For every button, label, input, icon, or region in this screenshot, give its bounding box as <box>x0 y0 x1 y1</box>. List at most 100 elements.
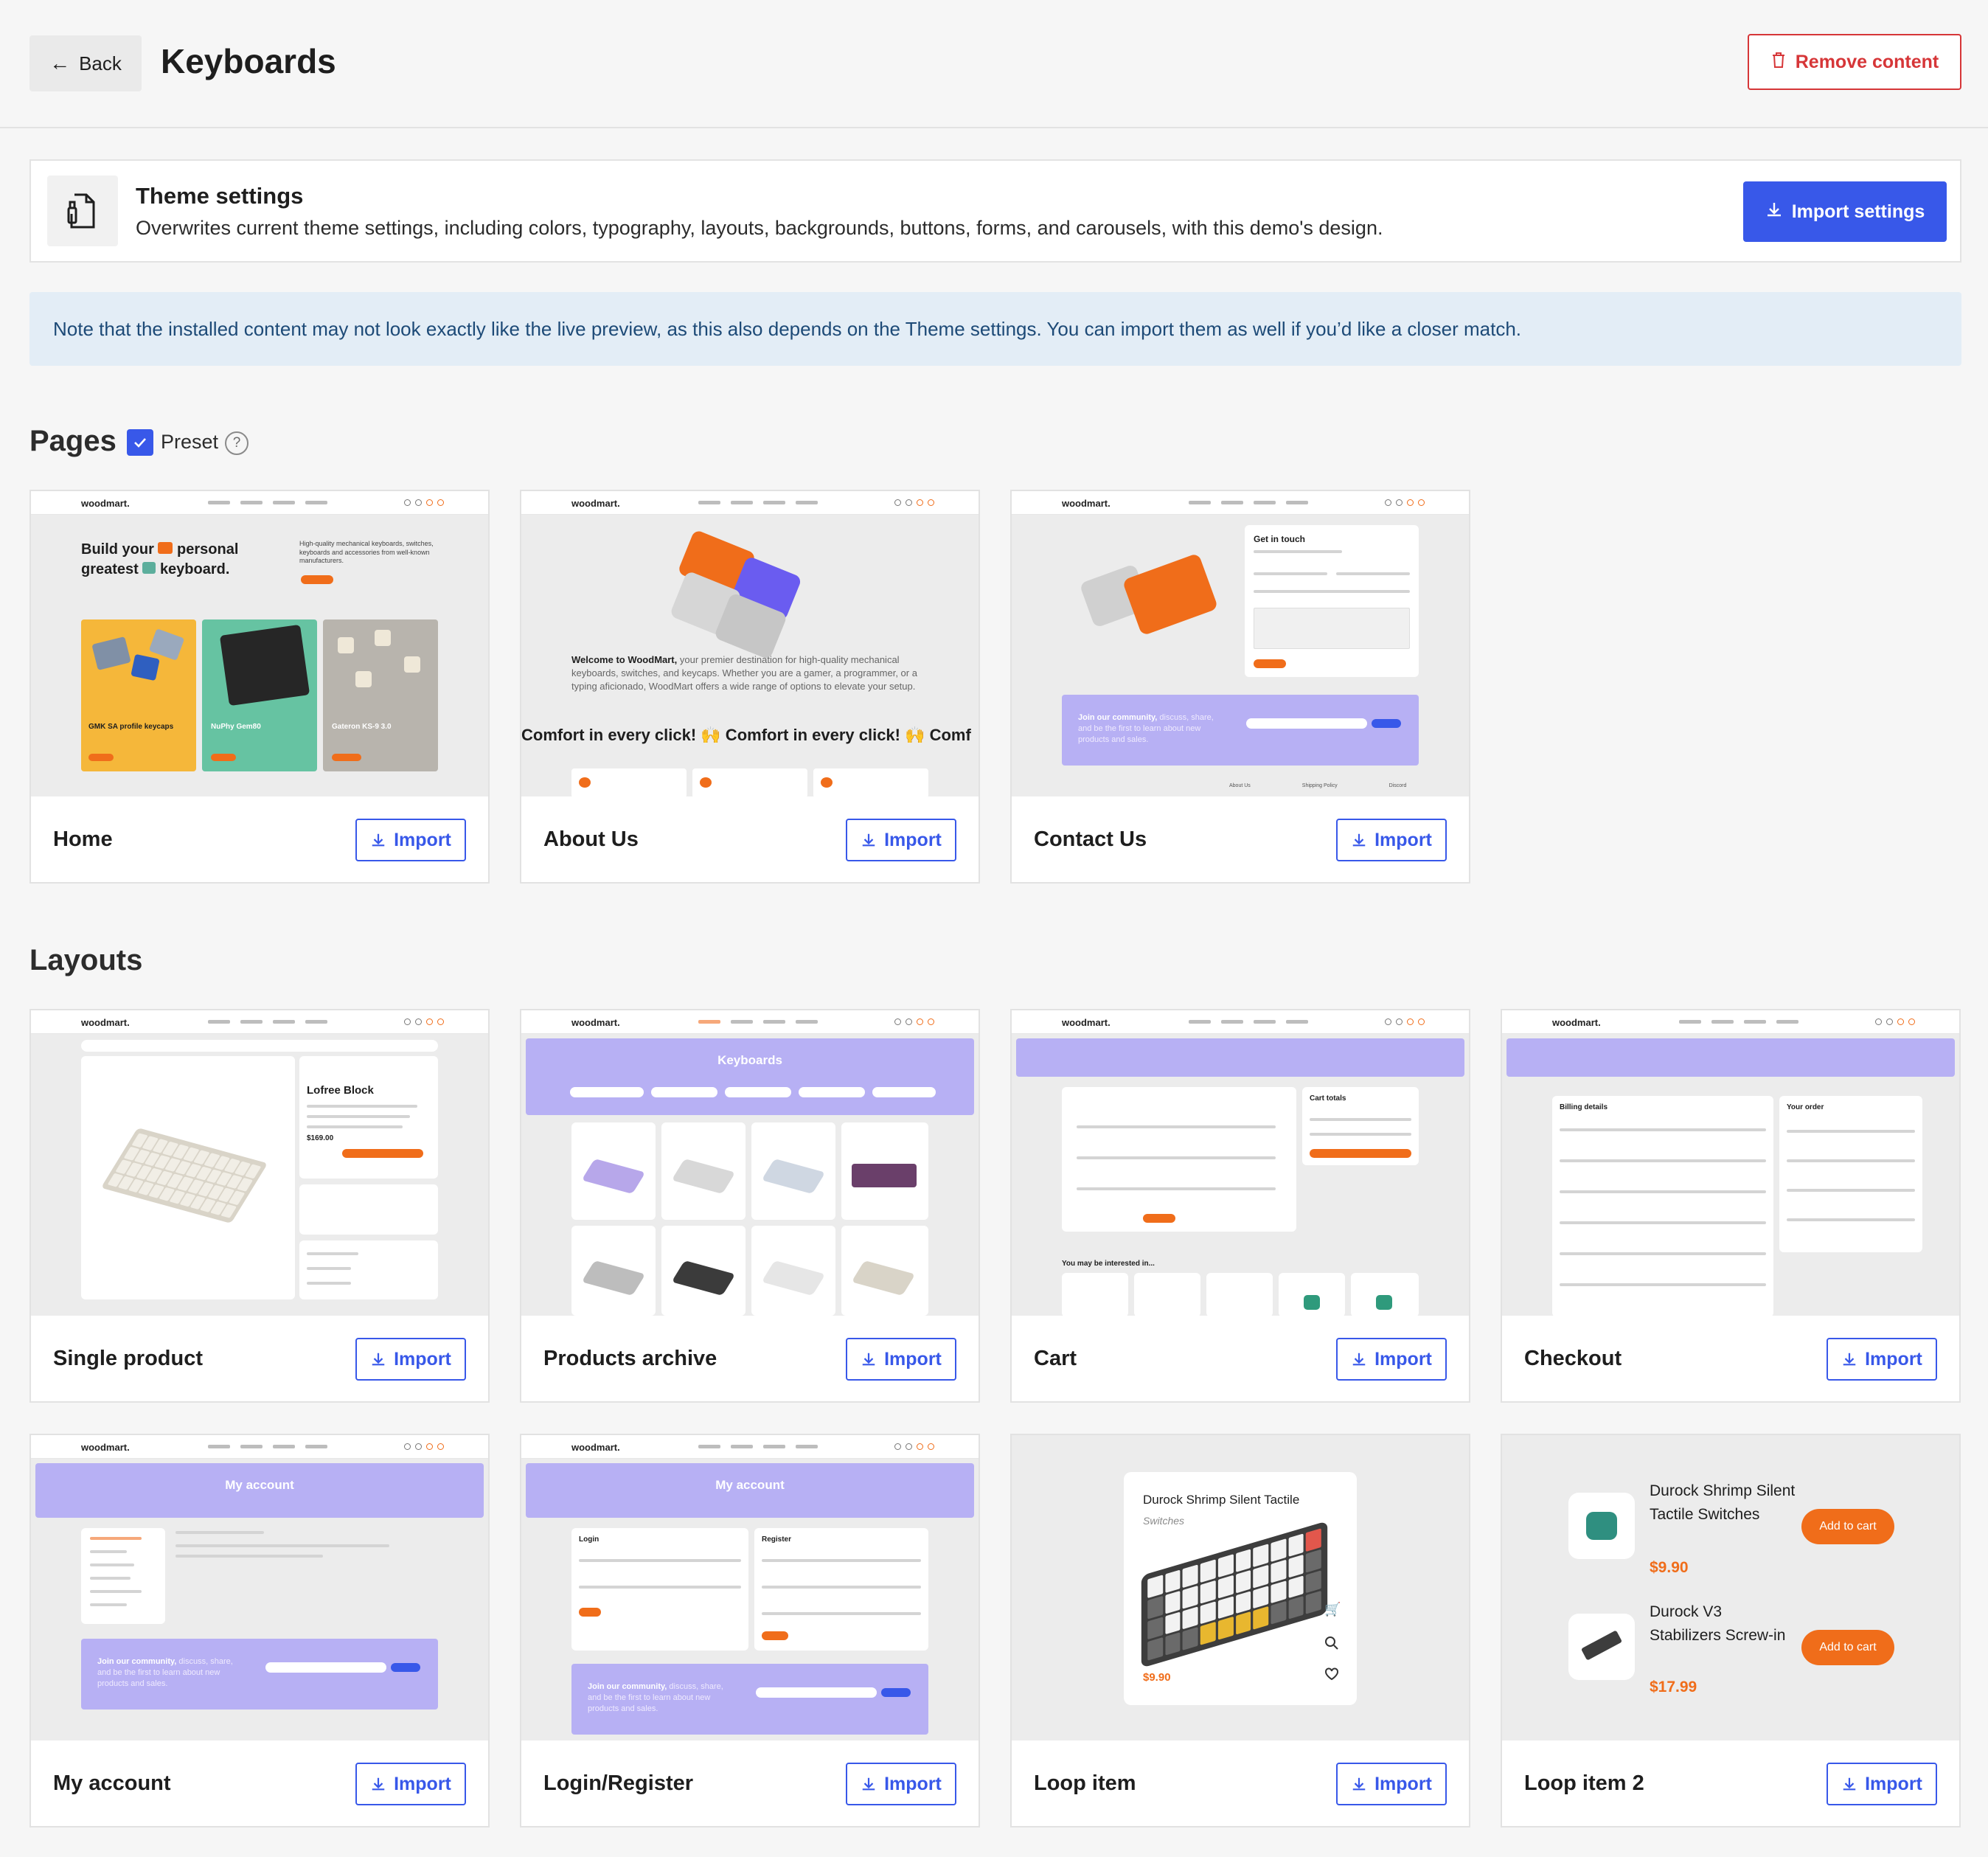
loop2-item-1-price: $9.90 <box>1650 1559 1689 1576</box>
card-title: Products archive <box>543 1347 717 1370</box>
products-archive-preview[interactable]: woodmart. Keyboards <box>521 1010 979 1316</box>
home-tile-1: GMK SA profile keycaps <box>81 619 196 771</box>
loop2-item-1-name: Durock Shrimp Silent Tactile Switches <box>1650 1482 1796 1523</box>
download-icon <box>372 1777 385 1791</box>
heart-icon[interactable] <box>1324 1667 1339 1685</box>
trash-icon <box>1770 51 1787 74</box>
home-tile-2: NuPhy Gem80 <box>202 619 317 771</box>
import-button-my-account[interactable]: Import <box>355 1763 466 1805</box>
back-button[interactable]: ← Back <box>29 35 142 91</box>
about-preview[interactable]: woodmart. Welcome to WoodMart, your prem… <box>521 491 979 796</box>
layout-card-login-register: woodmart. My account Login Register Join… <box>520 1434 980 1828</box>
page-card-home: woodmart. Build your personal greatest k… <box>29 490 490 884</box>
import-button-about-us[interactable]: Import <box>846 819 956 861</box>
layout-card-single-product: woodmart. Lofree Block $169.00 Single pr… <box>29 1009 490 1403</box>
download-icon <box>862 833 875 847</box>
cart-icon[interactable]: 🛒 <box>1324 1602 1341 1617</box>
card-title: My account <box>53 1771 171 1795</box>
preview-nav: woodmart. <box>31 491 488 515</box>
page-card-about-us: woodmart. Welcome to WoodMart, your prem… <box>520 490 980 884</box>
import-button-single-product[interactable]: Import <box>355 1338 466 1381</box>
download-icon <box>862 1353 875 1366</box>
theme-settings-card: Theme settings Overwrites current theme … <box>29 159 1961 263</box>
card-title: Contact Us <box>1034 827 1147 851</box>
import-button-home[interactable]: Import <box>355 819 466 861</box>
preset-checkbox[interactable] <box>127 429 153 456</box>
loop2-item-2-name: Durock V3 Stabilizers Screw-in <box>1650 1603 1786 1644</box>
page-card-contact-us: woodmart. Get in touch Join our communit… <box>1010 490 1470 884</box>
download-icon <box>1765 201 1783 223</box>
import-button-loop-item-2[interactable]: Import <box>1827 1763 1937 1805</box>
top-bar: ← Back Keyboards Remove content <box>0 0 1988 128</box>
remove-content-button[interactable]: Remove content <box>1748 34 1961 90</box>
theme-settings-icon <box>47 176 118 246</box>
preview-logo: woodmart. <box>1552 1017 1601 1028</box>
import-button-login-register[interactable]: Import <box>846 1763 956 1805</box>
home-tile-3: Gateron KS-9 3.0 <box>323 619 438 771</box>
home-preview[interactable]: woodmart. Build your personal greatest k… <box>31 491 488 796</box>
loop-item-preview[interactable]: Durock Shrimp Silent Tactile Switches $9… <box>1012 1435 1469 1740</box>
download-icon <box>1352 1353 1366 1366</box>
card-title: Login/Register <box>543 1771 694 1795</box>
checkmark-icon <box>134 438 146 448</box>
product-loop-card: Durock Shrimp Silent Tactile Switches $9… <box>1124 1472 1357 1705</box>
card-title: Loop item <box>1034 1771 1136 1795</box>
theme-settings-title: Theme settings <box>136 183 304 209</box>
home-tagline: High-quality mechanical keyboards, switc… <box>299 540 434 565</box>
download-icon <box>1352 1777 1366 1791</box>
preview-logo: woodmart. <box>571 1442 620 1453</box>
preview-logo: woodmart. <box>81 1017 130 1028</box>
import-button-products-archive[interactable]: Import <box>846 1338 956 1381</box>
page-title: Keyboards <box>161 42 336 80</box>
home-cta <box>301 575 333 584</box>
back-label: Back <box>79 52 122 74</box>
preview-logo: woodmart. <box>571 498 620 509</box>
layout-card-checkout: woodmart. Billing details Your order Che… <box>1501 1009 1961 1403</box>
pages-heading: Pages <box>29 425 117 457</box>
layout-card-loop-item: Durock Shrimp Silent Tactile Switches $9… <box>1010 1434 1470 1828</box>
about-marquee: Comfort in every click! 🙌 Comfort in eve… <box>521 726 971 744</box>
login-register-preview[interactable]: woodmart. My account Login Register Join… <box>521 1435 979 1740</box>
search-icon[interactable] <box>1324 1636 1339 1654</box>
card-title: Single product <box>53 1347 203 1370</box>
preview-logo: woodmart. <box>571 1017 620 1028</box>
import-button-loop-item[interactable]: Import <box>1336 1763 1447 1805</box>
contact-community: Join our community, discuss, share, and … <box>1062 695 1419 766</box>
cart-preview[interactable]: woodmart. Cart totals You may be interes… <box>1012 1010 1469 1316</box>
layout-card-loop-item-2: Durock Shrimp Silent Tactile Switches $9… <box>1501 1434 1961 1828</box>
layouts-heading: Layouts <box>29 944 143 976</box>
help-icon[interactable]: ? <box>225 431 248 455</box>
about-welcome: Welcome to WoodMart, your premier destin… <box>571 654 917 693</box>
import-button-cart[interactable]: Import <box>1336 1338 1447 1381</box>
download-icon <box>1843 1353 1856 1366</box>
card-title: Cart <box>1034 1347 1077 1370</box>
home-headline: Build your personal greatest keyboard. <box>81 541 239 577</box>
import-settings-button[interactable]: Import settings <box>1743 181 1947 242</box>
contact-preview[interactable]: woodmart. Get in touch Join our communit… <box>1012 491 1469 796</box>
contact-form: Get in touch <box>1245 525 1419 677</box>
checkout-preview[interactable]: woodmart. Billing details Your order <box>1502 1010 1959 1316</box>
theme-settings-description: Overwrites current theme settings, inclu… <box>136 217 1383 239</box>
preview-logo: woodmart. <box>1062 498 1111 509</box>
download-icon <box>862 1777 875 1791</box>
my-account-preview[interactable]: woodmart. My account Join our community,… <box>31 1435 488 1740</box>
preview-logo: woodmart. <box>81 1442 130 1453</box>
preview-logo: woodmart. <box>1062 1017 1111 1028</box>
arrow-left-icon: ← <box>49 52 71 74</box>
preview-logo: woodmart. <box>81 498 130 509</box>
preset-label[interactable]: Preset <box>161 431 218 454</box>
download-icon <box>1352 833 1366 847</box>
add-to-cart-button[interactable]: Add to cart <box>1801 1509 1894 1544</box>
remove-content-label: Remove content <box>1795 51 1939 72</box>
download-icon <box>372 833 385 847</box>
loop-item-2-preview[interactable]: Durock Shrimp Silent Tactile Switches $9… <box>1502 1435 1959 1740</box>
layout-card-products-archive: woodmart. Keyboards Products archive Imp… <box>520 1009 980 1403</box>
info-notice: Note that the installed content may not … <box>29 292 1961 366</box>
import-button-checkout[interactable]: Import <box>1827 1338 1937 1381</box>
import-button-contact-us[interactable]: Import <box>1336 819 1447 861</box>
add-to-cart-button[interactable]: Add to cart <box>1801 1630 1894 1665</box>
card-title: Loop item 2 <box>1524 1771 1644 1795</box>
download-icon <box>372 1353 385 1366</box>
single-product-preview[interactable]: woodmart. Lofree Block $169.00 <box>31 1010 488 1316</box>
layout-card-my-account: woodmart. My account Join our community,… <box>29 1434 490 1828</box>
